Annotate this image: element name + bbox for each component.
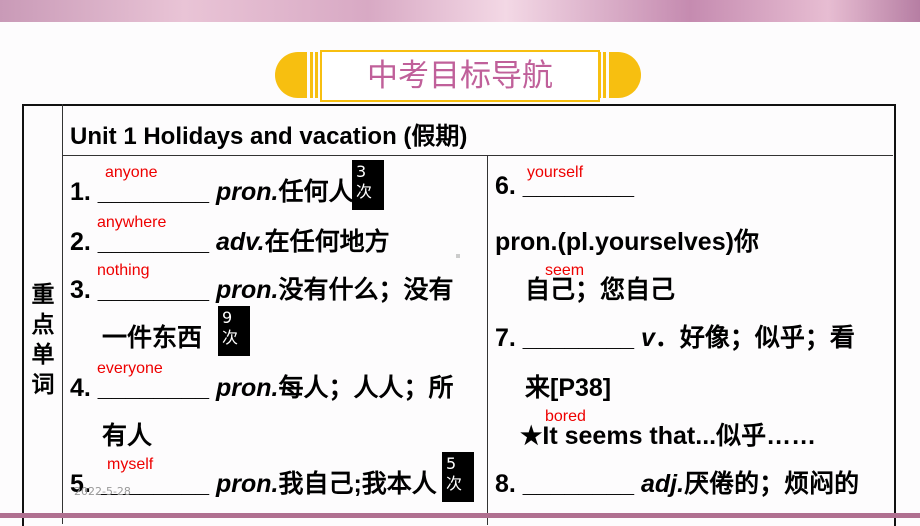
answer-text: everyone — [97, 360, 163, 377]
cap-right — [609, 52, 641, 98]
unit-header: Unit 1 Holidays and vacation (假期) — [70, 123, 468, 150]
definition: 我自己;我本人 — [278, 470, 437, 498]
bar — [603, 52, 606, 98]
answer-text: bored — [545, 408, 586, 425]
answer-text: nothing — [97, 262, 150, 279]
answer-text: myself — [107, 456, 154, 473]
line-text: ★It seems that...似乎…… — [520, 422, 817, 450]
part-of-speech: v — [640, 324, 655, 352]
list-item: 有人 — [102, 416, 152, 452]
part-of-speech: adv. — [215, 228, 265, 256]
divider — [62, 104, 63, 524]
line-text: pron.(pl.yourselves)你 — [495, 228, 759, 256]
page-title: 中考目标导航 — [320, 50, 600, 102]
definition: 厌倦的；烦闷的 — [684, 470, 860, 498]
count-badge: 5次 — [442, 452, 474, 502]
item-number: 3. ________ — [70, 276, 210, 304]
definition: 在任何地方 — [264, 228, 390, 256]
definition: 没有什么；没有 — [278, 276, 454, 304]
part-of-speech: pron. — [215, 374, 279, 402]
part-of-speech: adj. — [640, 470, 685, 498]
list-item: pron.(pl.yourselves)你 — [495, 222, 759, 258]
answer-text: yourself — [527, 164, 584, 181]
line-text: 来[P38] — [525, 374, 612, 402]
definition: 一件东西 — [102, 324, 203, 352]
line-text: 自己；您自己 — [525, 276, 676, 304]
divider — [487, 155, 488, 525]
item-number: 8. ________ — [495, 470, 635, 498]
answer-text: anywhere — [97, 214, 167, 231]
count-badge: 9次 — [218, 306, 250, 356]
decorative-banner — [0, 0, 920, 22]
item-number: 7. ________ — [495, 324, 635, 352]
definition: ．好像；似乎；看 — [654, 324, 855, 352]
item-number: 4. ________ — [70, 374, 210, 402]
part-of-speech: pron. — [215, 470, 279, 498]
bar — [315, 52, 318, 98]
part-of-speech: pron. — [215, 276, 279, 304]
item-number: 1. ________ — [70, 178, 210, 206]
answer-text: anyone — [105, 164, 158, 181]
count-badge: 3次 — [352, 160, 384, 210]
dot — [456, 254, 460, 258]
bar — [310, 52, 313, 98]
definition: 任何人 — [278, 178, 354, 206]
date: 2022-5-28 — [74, 485, 131, 498]
list-item: 一件东西 — [102, 318, 202, 354]
bottom-bar — [0, 513, 920, 518]
title-banner: 中考目标导航 — [275, 50, 641, 102]
part-of-speech: pron. — [215, 178, 279, 206]
list-item: 8. ________ adj.厌倦的；烦闷的 — [495, 464, 859, 500]
cap-left — [275, 52, 307, 98]
item-number: 2. ________ — [70, 228, 210, 256]
definition: 每人；人人；所 — [278, 374, 454, 402]
definition: 有人 — [102, 422, 153, 450]
answer-text: seem — [545, 262, 585, 279]
list-item: 来[P38] — [525, 368, 611, 404]
side-label: 重点单词 — [31, 282, 55, 398]
list-item: 7. ________ v．好像；似乎；看 — [495, 318, 855, 354]
divider — [62, 155, 893, 156]
